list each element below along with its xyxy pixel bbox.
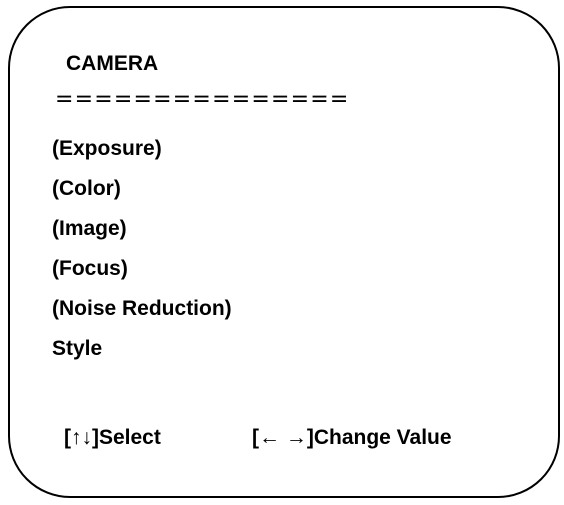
menu-item-image[interactable]: (Image) <box>52 216 232 242</box>
menu-item-style[interactable]: Style <box>52 336 232 362</box>
menu-item-focus[interactable]: (Focus) <box>52 256 232 282</box>
menu-item-noise-reduction[interactable]: (Noise Reduction) <box>52 296 232 322</box>
select-hint: [↑↓]Select <box>64 426 161 449</box>
menu-item-exposure[interactable]: (Exposure) <box>52 136 232 162</box>
camera-menu-list: (Exposure) (Color) (Image) (Focus) (Nois… <box>52 136 232 376</box>
title-separator: =============== <box>55 87 350 112</box>
change-value-hint: [← →]Change Value <box>252 426 452 449</box>
menu-title: CAMERA <box>66 52 159 75</box>
menu-item-color[interactable]: (Color) <box>52 176 232 202</box>
